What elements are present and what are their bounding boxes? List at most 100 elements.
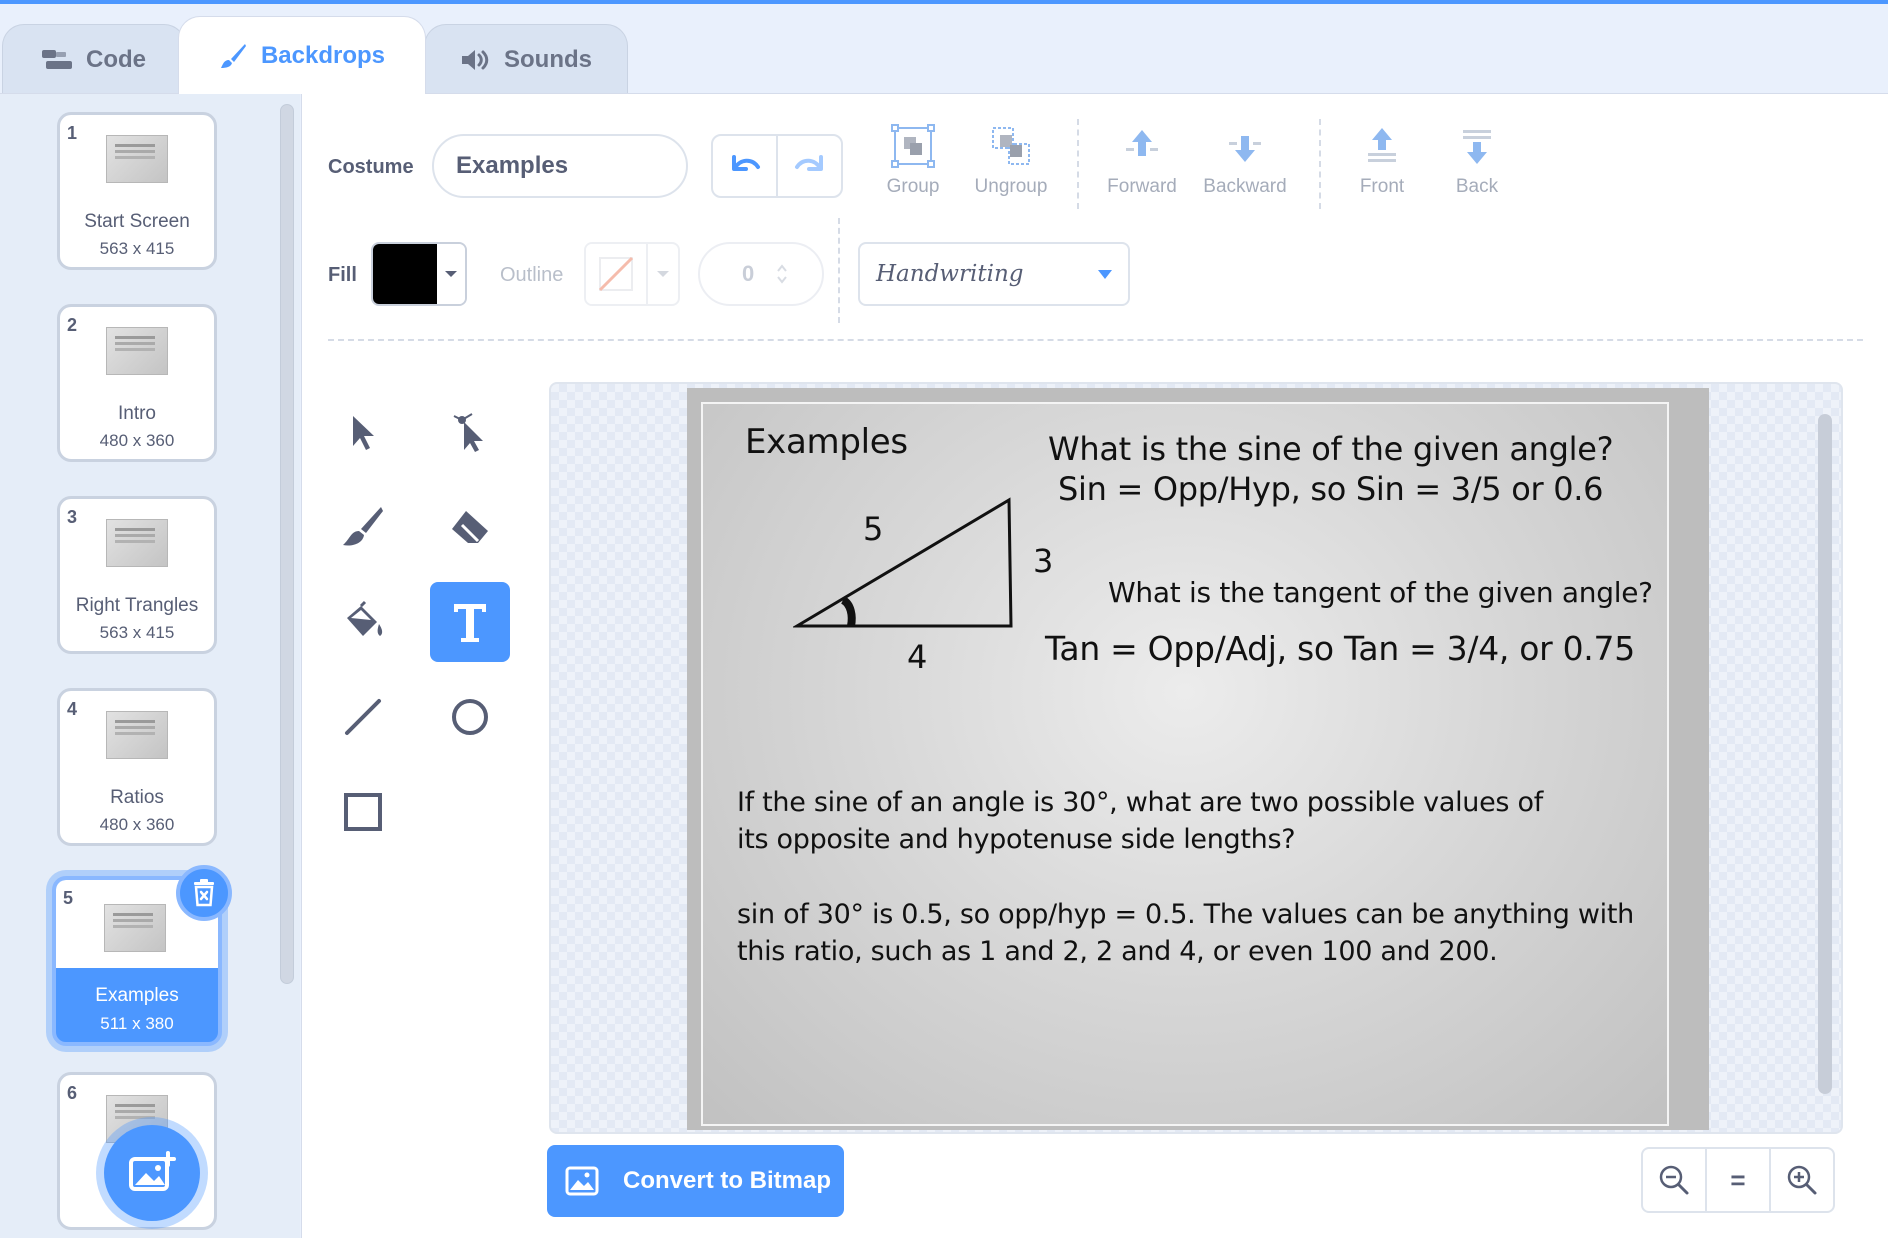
side-label-hypotenuse: 5 <box>863 510 884 548</box>
undo-icon <box>731 155 760 171</box>
undo-redo-group <box>711 134 843 198</box>
reshape-icon <box>453 413 483 452</box>
zoom-reset-button[interactable]: = <box>1705 1149 1769 1211</box>
back-button[interactable]: Back <box>1422 124 1532 198</box>
backdrop-item-4[interactable]: 4 Ratios 480 x 360 <box>57 688 217 846</box>
tab-sounds[interactable]: Sounds <box>424 24 628 94</box>
ungroup-icon <box>992 127 1030 165</box>
group-icon <box>891 124 935 168</box>
backdrop-number: 4 <box>67 699 78 719</box>
brush-tool[interactable] <box>323 487 403 567</box>
canvas-a3[interactable]: sin of 30° is 0.5, so opp/hyp = 0.5. The… <box>737 896 1657 970</box>
font-dropdown[interactable]: Handwriting <box>858 242 1130 306</box>
canvas-q2-line2[interactable]: Tan = Opp/Adj, so Tan = 3/4, or 0.75 <box>1045 629 1635 668</box>
backdrop-number: 2 <box>67 315 78 335</box>
front-button[interactable]: Front <box>1327 124 1437 198</box>
redo-icon <box>794 155 823 171</box>
outline-none-swatch <box>586 244 648 304</box>
backdrop-thumbnail <box>106 327 168 375</box>
zoom-reset-label: = <box>1730 1164 1746 1195</box>
toolbar-divider <box>1319 119 1321 209</box>
text-tool[interactable] <box>430 582 510 662</box>
backdrop-thumbnail <box>106 135 168 183</box>
backdrop-item-3[interactable]: 3 Right Trangles 563 x 415 <box>57 496 217 654</box>
paint-canvas[interactable]: Examples What is the sine of the given a… <box>549 382 1843 1134</box>
fill-color-picker[interactable] <box>371 242 467 306</box>
text-icon <box>454 604 486 642</box>
front-label: Front <box>1359 176 1405 197</box>
scrollbar-thumb[interactable] <box>280 104 294 984</box>
canvas-scrollbar[interactable] <box>1818 414 1832 1094</box>
circle-tool[interactable] <box>430 677 510 757</box>
outline-width-value: 0 <box>742 261 755 286</box>
side-label-opposite: 3 <box>1033 542 1054 580</box>
backdrop-size: 480 x 360 <box>99 431 175 450</box>
backdrop-number: 1 <box>67 123 78 143</box>
outline-width-input[interactable]: 0 <box>698 242 824 306</box>
backdrop-list: 1 Start Screen 563 x 415 2 Intro 480 x 3… <box>0 93 300 1238</box>
canvas-q1-line1[interactable]: What is the sine of the given angle? <box>1048 430 1614 468</box>
backdrop-size: 563 x 415 <box>99 623 175 642</box>
eraser-tool[interactable] <box>430 487 510 567</box>
stepper-icon <box>777 264 788 284</box>
backdrop-number: 6 <box>67 1083 78 1103</box>
forward-button[interactable]: Forward <box>1087 124 1197 198</box>
group-button[interactable]: Group <box>858 124 968 198</box>
tab-code-label: Code <box>86 45 146 73</box>
right-triangle-diagram[interactable] <box>793 494 1023 634</box>
chevron-down-icon <box>437 244 465 304</box>
backdrop-thumbnail <box>106 519 168 567</box>
canvas-q1-line2[interactable]: Sin = Opp/Hyp, so Sin = 3/5 or 0.6 <box>1058 470 1604 508</box>
zoom-in-button[interactable] <box>1769 1149 1833 1211</box>
zoom-controls: = <box>1641 1147 1835 1213</box>
top-accent-strip <box>0 0 1888 4</box>
backdrop-size: 563 x 415 <box>99 239 175 258</box>
zoom-in-icon <box>1787 1165 1817 1195</box>
backdrop-name: Intro <box>117 403 157 424</box>
undo-button[interactable] <box>713 136 778 196</box>
backdrop-item-2[interactable]: 2 Intro 480 x 360 <box>57 304 217 462</box>
back-label: Back <box>1455 176 1499 197</box>
bitmap-icon <box>565 1166 599 1196</box>
front-icon <box>1368 128 1396 162</box>
canvas-title[interactable]: Examples <box>745 422 908 462</box>
canvas-q3[interactable]: If the sine of an angle is 30°, what are… <box>737 784 1557 858</box>
side-label-adjacent: 4 <box>907 638 928 676</box>
back-icon <box>1463 130 1491 164</box>
fill-label: Fill <box>328 264 357 286</box>
outline-color-picker[interactable] <box>584 242 680 306</box>
convert-to-bitmap-button[interactable]: Convert to Bitmap <box>547 1145 844 1217</box>
select-tool[interactable] <box>323 392 403 472</box>
delete-backdrop-button[interactable] <box>176 865 232 921</box>
canvas-q2-line1[interactable]: What is the tangent of the given angle? <box>1108 576 1653 609</box>
redo-button[interactable] <box>778 136 841 196</box>
tab-code[interactable]: Code <box>2 24 186 94</box>
backward-button[interactable]: Backward <box>1190 124 1300 198</box>
ungroup-button[interactable]: Ungroup <box>956 124 1066 198</box>
rectangle-icon <box>344 793 382 831</box>
line-tool[interactable] <box>323 677 403 757</box>
font-value: Handwriting <box>876 261 1024 287</box>
tab-backdrops[interactable]: Backdrops <box>178 16 426 94</box>
chevron-down-icon <box>1098 270 1112 279</box>
tab-backdrops-label: Backdrops <box>260 41 386 69</box>
choose-backdrop-button[interactable] <box>104 1125 200 1221</box>
fill-tool[interactable] <box>323 582 403 662</box>
add-image-icon <box>129 1151 176 1191</box>
rectangle-tool[interactable] <box>323 772 403 852</box>
reshape-tool[interactable] <box>430 392 510 472</box>
backward-label: Backward <box>1203 176 1287 197</box>
backdrop-list-scrollbar[interactable] <box>280 104 296 984</box>
eraser-icon <box>452 511 488 543</box>
backward-icon <box>1229 136 1261 162</box>
chevron-down-icon <box>648 244 678 304</box>
brush-icon <box>343 507 383 546</box>
paint-editor: Costume Examples Group Ungroup Forward B… <box>301 93 1888 1238</box>
outline-label: Outline <box>500 264 564 286</box>
backdrop-size: 511 x 380 <box>100 1014 174 1033</box>
zoom-out-button[interactable] <box>1643 1149 1705 1211</box>
backdrop-item-1[interactable]: 1 Start Screen 563 x 415 <box>57 112 217 270</box>
costume-name-input[interactable]: Examples <box>432 134 688 198</box>
speaker-icon <box>462 49 489 70</box>
backdrop-name: Examples <box>95 985 179 1006</box>
